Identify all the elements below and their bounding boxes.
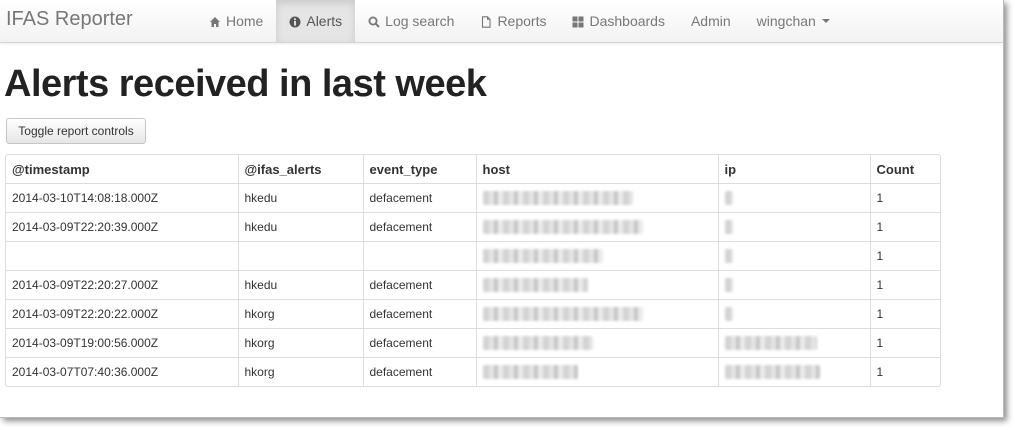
cell-host [475, 328, 718, 358]
info-circle-icon [289, 15, 301, 28]
cell-ifas-alerts [237, 241, 363, 271]
cell-ip [717, 212, 870, 242]
cell-count: 1 [869, 212, 940, 242]
cell-host [475, 183, 718, 213]
redacted-ip [724, 336, 817, 351]
redacted-host [482, 307, 643, 322]
redacted-host [482, 278, 588, 293]
cell-ifas-alerts: hkedu [237, 212, 363, 242]
table-row: 2014-03-09T22:20:22.000Z hkorg defacemen… [6, 299, 940, 329]
table-header-row: @timestamp @ifas_alerts event_type host … [6, 155, 940, 184]
nav-label-dashboards: Dashboards [589, 13, 665, 29]
table-row: 2014-03-10T14:08:18.000Z hkedu defacemen… [6, 183, 940, 213]
nav-item-dashboards[interactable]: Dashboards [559, 0, 678, 42]
redacted-ip [724, 365, 820, 380]
column-header-ifas-alerts[interactable]: @ifas_alerts [237, 155, 363, 184]
redacted-host [482, 336, 593, 351]
toggle-report-controls-button[interactable]: Toggle report controls [6, 118, 146, 144]
table-row: 2014-03-09T22:20:39.000Z hkedu defacemen… [6, 212, 940, 242]
redacted-host [482, 191, 633, 206]
column-header-count[interactable]: Count [869, 155, 940, 184]
nav-item-admin[interactable]: Admin [678, 0, 744, 42]
cell-ifas-alerts: hkedu [237, 183, 363, 213]
cell-count: 1 [869, 183, 940, 213]
cell-timestamp: 2014-03-07T07:40:36.000Z [6, 357, 238, 386]
cell-count: 1 [869, 357, 940, 386]
cell-timestamp [6, 241, 238, 271]
column-header-timestamp[interactable]: @timestamp [6, 155, 238, 184]
table-row: 2014-03-07T07:40:36.000Z hkorg defacemen… [6, 357, 940, 386]
cell-count: 1 [869, 270, 940, 300]
cell-host [475, 299, 718, 329]
cell-host [475, 270, 718, 300]
cell-timestamp: 2014-03-09T22:20:39.000Z [6, 212, 238, 242]
redacted-ip [724, 191, 733, 206]
cell-timestamp: 2014-03-10T14:08:18.000Z [6, 183, 238, 213]
cell-ifas-alerts: hkorg [237, 357, 363, 386]
cell-ip [717, 328, 870, 358]
caret-down-icon [821, 19, 830, 23]
redacted-host [482, 220, 643, 235]
cell-ifas-alerts: hkorg [237, 299, 363, 329]
nav-label-alerts: Alerts [306, 13, 343, 29]
cell-event-type: defacement [362, 212, 476, 242]
nav-label-home: Home [226, 13, 264, 29]
cell-host [475, 241, 718, 271]
top-navbar: IFAS Reporter Home Alerts Log search Rep… [0, 0, 1003, 43]
cell-ip [717, 299, 870, 329]
cell-ifas-alerts: hkorg [237, 328, 363, 358]
cell-timestamp: 2014-03-09T22:20:22.000Z [6, 299, 238, 329]
cell-event-type: defacement [362, 328, 476, 358]
cell-ip [717, 270, 870, 300]
redacted-ip [724, 307, 733, 322]
cell-event-type: defacement [362, 299, 476, 329]
redacted-ip [724, 220, 733, 235]
user-menu-label: wingchan [756, 13, 816, 29]
document-icon [480, 15, 492, 28]
redacted-ip [724, 249, 733, 264]
cell-host [475, 212, 718, 242]
cell-event-type: defacement [362, 183, 476, 213]
alerts-table: @timestamp @ifas_alerts event_type host … [5, 154, 941, 387]
cell-timestamp: 2014-03-09T22:20:27.000Z [6, 270, 238, 300]
cell-count: 1 [869, 241, 940, 271]
cell-ip [717, 357, 870, 386]
redacted-ip [724, 278, 733, 293]
cell-count: 1 [869, 328, 940, 358]
nav-item-alerts[interactable]: Alerts [276, 0, 356, 42]
cell-ip [717, 241, 870, 271]
nav-item-log-search[interactable]: Log search [355, 0, 467, 42]
main-nav: Home Alerts Log search Reports Dashboard… [196, 0, 843, 42]
nav-item-home[interactable]: Home [196, 0, 276, 42]
cell-count: 1 [869, 299, 940, 329]
cell-host [475, 357, 718, 386]
brand-logo[interactable]: IFAS Reporter [6, 8, 133, 31]
page-title: Alerts received in last week [4, 63, 487, 105]
column-header-ip[interactable]: ip [717, 155, 870, 184]
app-window: IFAS Reporter Home Alerts Log search Rep… [0, 0, 1004, 418]
cell-ifas-alerts: hkedu [237, 270, 363, 300]
table-row: 2014-03-09T19:00:56.000Z hkorg defacemen… [6, 328, 940, 358]
redacted-host [482, 365, 578, 380]
user-menu-dropdown[interactable]: wingchan [744, 0, 843, 42]
home-icon [209, 15, 221, 27]
cell-timestamp: 2014-03-09T19:00:56.000Z [6, 328, 238, 358]
column-header-host[interactable]: host [475, 155, 718, 184]
nav-label-admin: Admin [690, 13, 731, 29]
search-icon [368, 15, 380, 28]
nav-label-reports: Reports [497, 13, 547, 29]
grid-icon [572, 15, 584, 28]
cell-ip [717, 183, 870, 213]
cell-event-type [362, 241, 476, 271]
cell-event-type: defacement [362, 357, 476, 386]
column-header-event-type[interactable]: event_type [362, 155, 476, 184]
table-row: 1 [6, 241, 940, 271]
cell-event-type: defacement [362, 270, 476, 300]
table-row: 2014-03-09T22:20:27.000Z hkedu defacemen… [6, 270, 940, 300]
nav-label-log-search: Log search [385, 13, 455, 29]
redacted-host [482, 249, 603, 264]
nav-item-reports[interactable]: Reports [467, 0, 559, 42]
